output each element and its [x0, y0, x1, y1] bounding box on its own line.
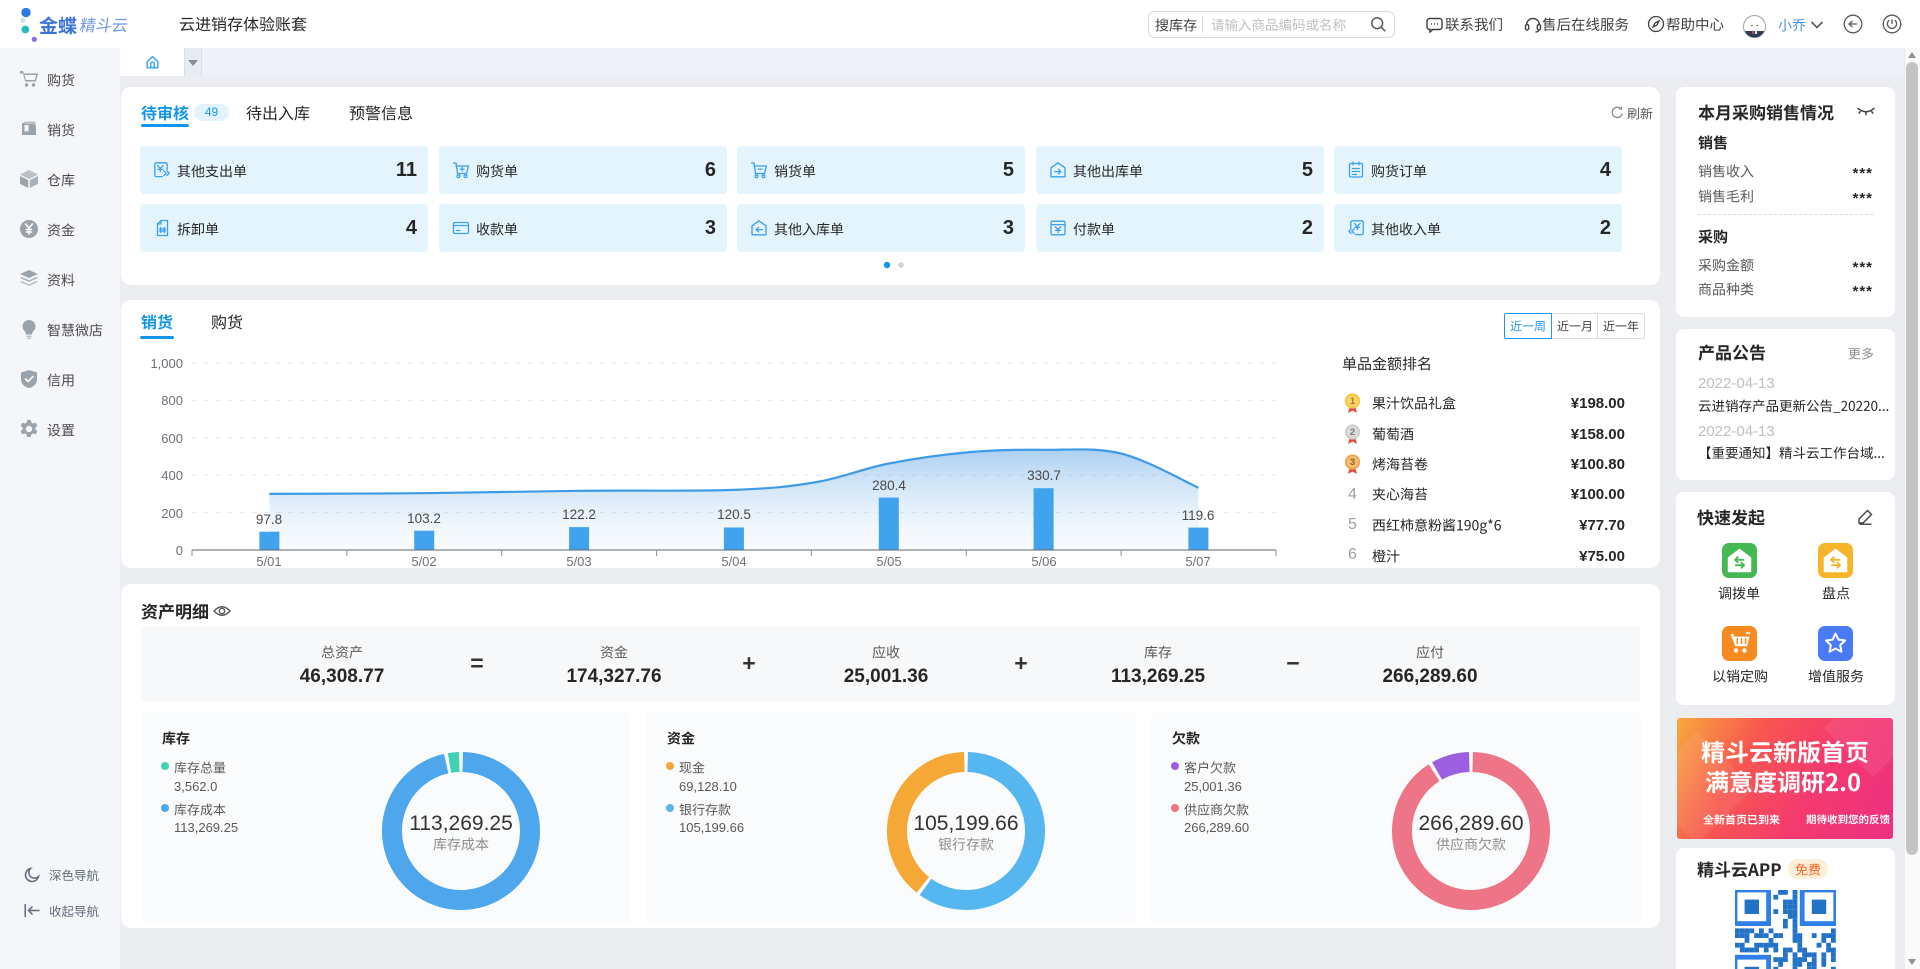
svg-text:3: 3 — [1350, 457, 1355, 468]
svg-text:2: 2 — [1350, 427, 1355, 438]
svg-text:1: 1 — [1350, 396, 1356, 407]
